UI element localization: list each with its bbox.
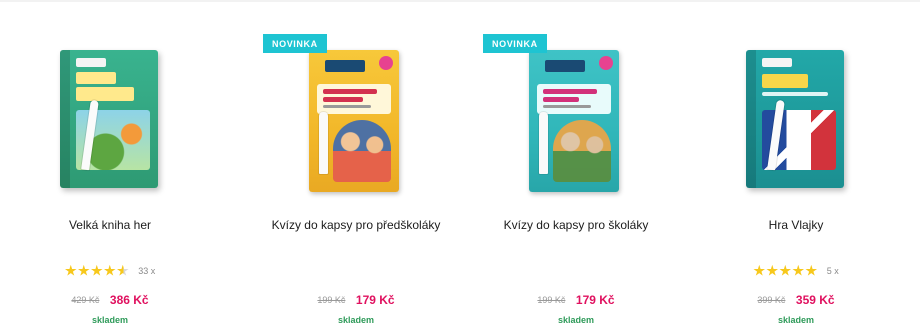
current-price: 359 Kč (795, 292, 835, 307)
product-image[interactable] (686, 46, 906, 198)
rating[interactable]: 5 x (686, 262, 906, 276)
old-price: 399 Kč (757, 294, 786, 305)
star-icon (805, 264, 818, 276)
star-icon (766, 264, 779, 276)
star-icon (65, 264, 77, 276)
product-card[interactable]: Hra Vlajky 5 x 399 Kč 359 Kč skladem (686, 0, 906, 328)
current-price: 179 Kč (575, 292, 615, 307)
rating[interactable]: 33 x (0, 262, 220, 276)
product-name[interactable]: Hra Vlajky (686, 218, 906, 232)
game-box-image (60, 50, 158, 188)
star-half-icon (117, 264, 129, 276)
old-price: 199 Kč (317, 294, 346, 305)
star-icon (753, 264, 766, 276)
book-cover-image (309, 50, 399, 192)
product-image[interactable] (246, 46, 466, 198)
price-block: 399 Kč 359 Kč (686, 291, 906, 309)
star-icon (91, 264, 103, 276)
review-count: 33 x (138, 266, 156, 276)
product-card[interactable]: NOVINKA Kvízy do kapsy pro předškoláky 1… (246, 0, 466, 328)
product-name[interactable]: Velká kniha her (0, 218, 220, 232)
game-box-image (746, 50, 844, 188)
stock-status: skladem (777, 315, 815, 325)
star-icon (779, 264, 792, 276)
old-price: 429 Kč (71, 294, 100, 305)
star-icon (78, 264, 90, 276)
new-badge: NOVINKA (483, 34, 547, 53)
price-block: 199 Kč 179 Kč (246, 291, 466, 309)
product-card[interactable]: Velká kniha her 33 x 429 Kč 386 Kč sklad… (0, 0, 220, 328)
current-price: 386 Kč (109, 292, 149, 307)
stock-status: skladem (557, 315, 595, 325)
new-badge: NOVINKA (263, 34, 327, 53)
old-price: 199 Kč (537, 294, 566, 305)
product-name[interactable]: Kvízy do kapsy pro školáky (466, 218, 686, 232)
product-image[interactable] (466, 46, 686, 198)
stock-status: skladem (337, 315, 375, 325)
current-price: 179 Kč (355, 292, 395, 307)
product-card[interactable]: NOVINKA Kvízy do kapsy pro školáky 199 K… (466, 0, 686, 328)
product-image[interactable] (0, 46, 220, 198)
book-cover-image (529, 50, 619, 192)
price-block: 429 Kč 386 Kč (0, 291, 220, 309)
rating-stars (65, 262, 130, 280)
star-icon (792, 264, 805, 276)
review-count: 5 x (826, 266, 839, 276)
rating-stars (753, 262, 818, 280)
price-block: 199 Kč 179 Kč (466, 291, 686, 309)
product-name[interactable]: Kvízy do kapsy pro předškoláky (246, 218, 466, 232)
star-icon (104, 264, 116, 276)
stock-status: skladem (91, 315, 129, 325)
